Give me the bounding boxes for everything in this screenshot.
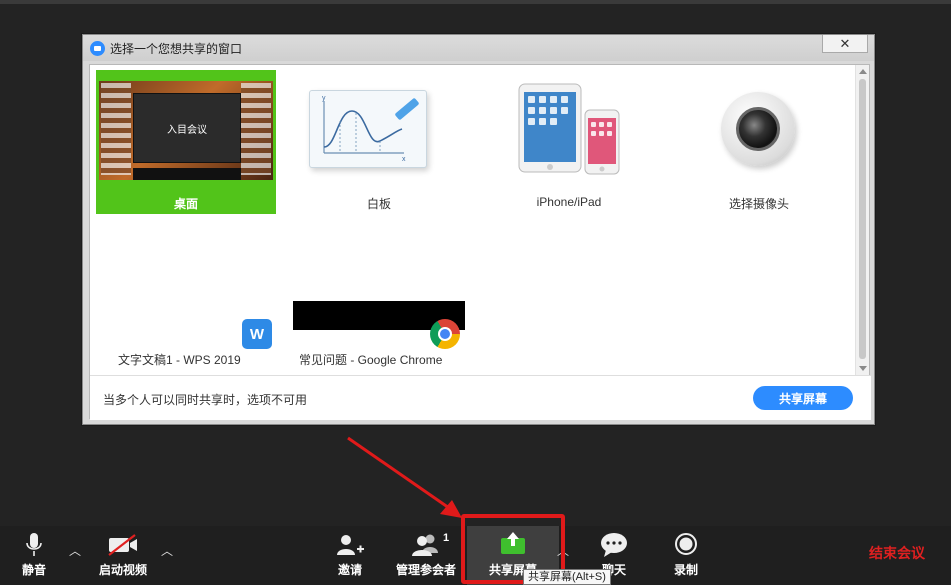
- dialog-footer: 当多个人可以同时共享时，选项不可用 共享屏幕: [90, 375, 871, 420]
- invite-person-icon: [337, 535, 364, 555]
- scroll-up-arrow-icon[interactable]: [859, 69, 867, 74]
- participants-icon: [412, 534, 438, 556]
- zoom-logo-icon: [90, 40, 105, 56]
- desktop-preview-window: 入目会议: [133, 93, 241, 163]
- chat-bubble-icon: [601, 533, 627, 557]
- start-video-label: 启动视频: [98, 563, 147, 577]
- share-options-panel: 入目会议 桌面 y x 白板 iPhone/iPad 选择摄像头 W 文字文稿1…: [89, 64, 871, 420]
- participants-count: 1: [443, 532, 450, 544]
- invite-button[interactable]: 邀请: [328, 526, 372, 585]
- record-label: 录制: [673, 563, 698, 577]
- share-tile-window-wps[interactable]: W 文字文稿1 - WPS 2019: [118, 313, 272, 367]
- window-frame: [0, 0, 951, 4]
- start-video-button[interactable]: 启动视频: [92, 526, 154, 585]
- tile-label-iphone-ipad: iPhone/iPad: [536, 195, 602, 209]
- scrollbar-thumb[interactable]: [859, 79, 866, 359]
- video-off-icon: [108, 534, 137, 556]
- share-tile-camera[interactable]: 选择摄像头: [699, 70, 819, 214]
- desktop-preview: 入目会议: [99, 81, 273, 180]
- share-window-dialog: 选择一个您想共享的窗口 ✕ 入目会议 桌面 y x 白板 iPhone/iPad…: [82, 34, 875, 425]
- dialog-titlebar: 选择一个您想共享的窗口 ✕: [83, 35, 874, 61]
- scroll-down-arrow-icon[interactable]: [859, 366, 867, 371]
- svg-text:x: x: [402, 156, 406, 163]
- share-options-grid: 入目会议 桌面 y x 白板 iPhone/iPad 选择摄像头 W 文字文稿1…: [90, 65, 857, 375]
- svg-text:y: y: [322, 95, 326, 102]
- vertical-scrollbar[interactable]: [855, 65, 869, 375]
- record-icon: [675, 533, 697, 555]
- end-meeting-button[interactable]: 结束会议: [869, 543, 925, 563]
- mute-options-caret-icon[interactable]: ︿: [69, 542, 83, 558]
- microphone-icon: [26, 533, 42, 556]
- share-tile-iphone-ipad[interactable]: iPhone/iPad: [499, 70, 639, 214]
- share-tile-window-chrome[interactable]: 常见问题 - Google Chrome: [299, 313, 463, 367]
- annotation-arrow: [347, 436, 462, 518]
- mute-label: 静音: [21, 563, 46, 577]
- window-label-wps: 文字文稿1 - WPS 2019: [118, 353, 241, 367]
- record-button[interactable]: 录制: [664, 526, 708, 585]
- video-options-caret-icon[interactable]: ︿: [161, 542, 175, 558]
- ipad-iphone-icon: [518, 83, 620, 175]
- tile-label-camera: 选择摄像头: [728, 197, 789, 211]
- mute-button[interactable]: 静音: [12, 526, 56, 585]
- share-screen-button[interactable]: 共享屏幕: [753, 386, 853, 410]
- whiteboard-icon: y x: [309, 90, 427, 168]
- footer-note: 当多个人可以同时共享时，选项不可用: [103, 393, 308, 407]
- camera-icon: [721, 92, 795, 166]
- dialog-title: 选择一个您想共享的窗口: [110, 41, 243, 56]
- tile-label-desktop: 桌面: [173, 197, 198, 211]
- window-label-chrome: 常见问题 - Google Chrome: [299, 353, 443, 367]
- share-screen-tooltip: 共享屏幕(Alt+S): [523, 569, 611, 585]
- share-tile-desktop[interactable]: 入目会议 桌面: [96, 70, 276, 214]
- manage-participants-button[interactable]: 1 管理参会者: [390, 526, 462, 585]
- manage-participants-label: 管理参会者: [395, 563, 456, 577]
- wps-icon: W: [242, 319, 272, 349]
- close-button[interactable]: ✕: [822, 35, 868, 53]
- tile-label-whiteboard: 白板: [366, 197, 391, 211]
- invite-label: 邀请: [337, 563, 362, 577]
- chrome-icon: [430, 319, 460, 349]
- share-tile-whiteboard[interactable]: y x 白板: [299, 70, 459, 214]
